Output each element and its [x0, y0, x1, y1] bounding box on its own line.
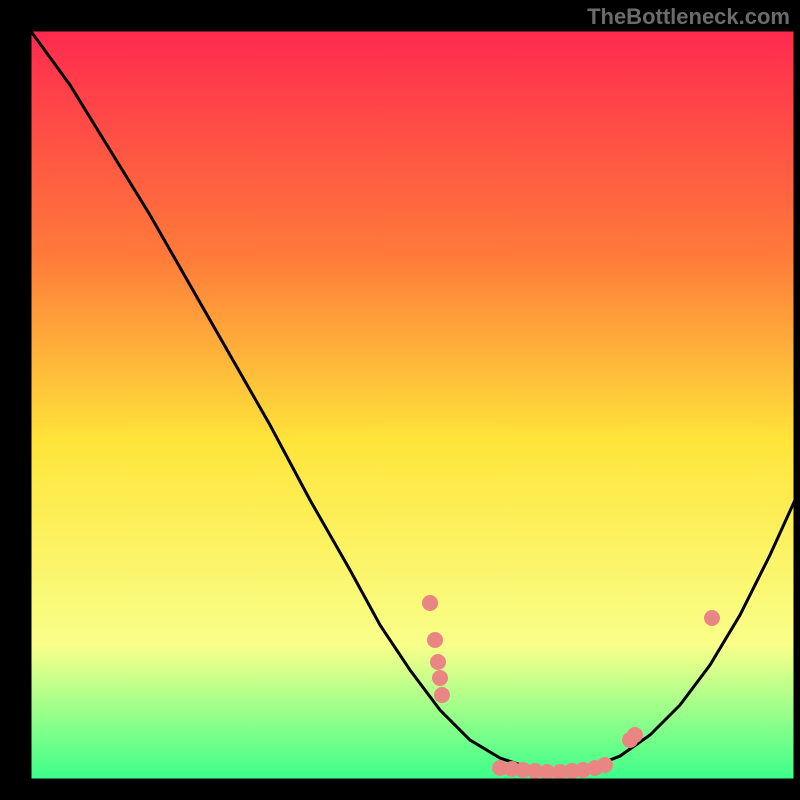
data-marker — [432, 670, 448, 686]
watermark-text: TheBottleneck.com — [587, 4, 790, 30]
data-marker — [627, 727, 643, 743]
plot-background — [30, 30, 795, 780]
data-marker — [434, 687, 450, 703]
data-marker — [427, 632, 443, 648]
data-marker — [597, 757, 613, 773]
chart-container: TheBottleneck.com — [0, 0, 800, 800]
data-marker — [422, 595, 438, 611]
bottleneck-chart — [0, 0, 800, 800]
data-marker — [704, 610, 720, 626]
data-marker — [430, 654, 446, 670]
